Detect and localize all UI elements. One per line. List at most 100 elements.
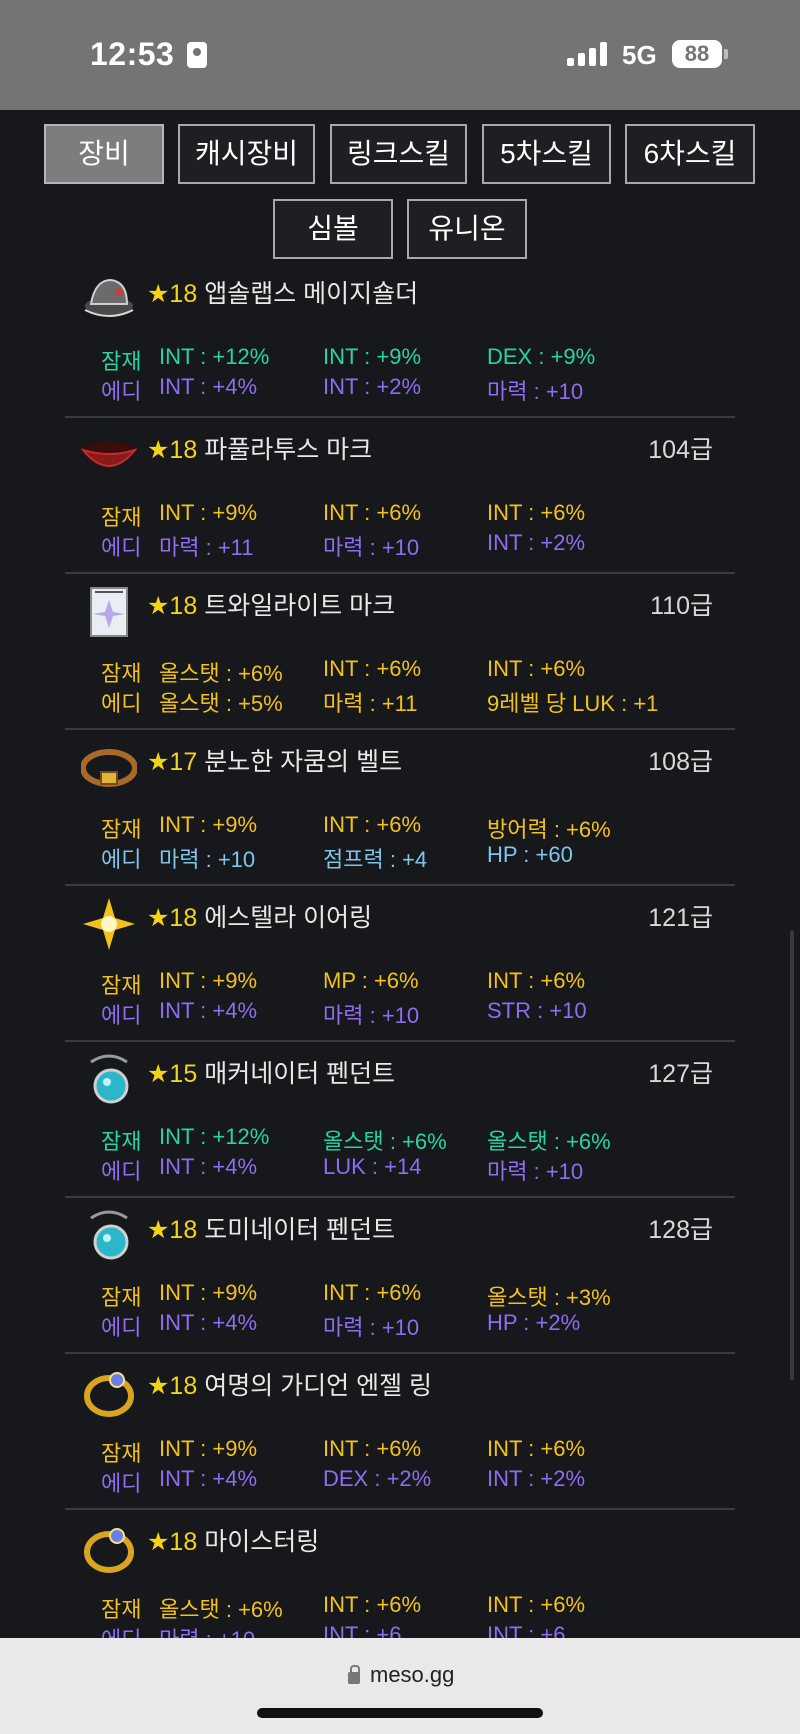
additional-option: INT : +4% bbox=[159, 1154, 258, 1179]
item-name-text: 여명의 가디언 엔젤 링 bbox=[204, 1372, 433, 1400]
equipment-item[interactable]: ★18 앱솔랩스 메이지숄더 잠재 INT : +12% INT : +9% D… bbox=[65, 262, 735, 418]
additional-label: 에디 bbox=[101, 1315, 142, 1340]
item-name-text: 도미네이터 펜던트 bbox=[204, 1216, 396, 1244]
tab-union[interactable]: 유니온 bbox=[407, 199, 527, 259]
additional-option: INT : +4% bbox=[159, 998, 258, 1023]
additional-option: HP : +2% bbox=[487, 1310, 581, 1335]
potential-option: INT : +6% bbox=[323, 1592, 422, 1617]
additional-label: 에디 bbox=[101, 1159, 142, 1184]
potential-label: 잠재 bbox=[101, 1129, 142, 1154]
eye-accessory-icon bbox=[81, 584, 137, 640]
item-star: ★18 bbox=[147, 436, 198, 464]
additional-option: LUK : +14 bbox=[323, 1154, 422, 1179]
tab-5th-skill[interactable]: 5차스킬 bbox=[482, 124, 611, 184]
additional-option: 9레벨 당 LUK : +1 bbox=[487, 691, 659, 716]
item-name: ★15 매커네이터 펜던트 bbox=[147, 1054, 395, 1090]
equipment-item[interactable]: ★18 트와일라이트 마크 110급 잠재 올스탯 : +6% INT : +6… bbox=[65, 574, 735, 730]
tab-cash-equipment[interactable]: 캐시장비 bbox=[178, 124, 315, 184]
potential-option: INT : +6% bbox=[323, 1436, 422, 1461]
additional-label: 에디 bbox=[101, 379, 142, 404]
item-name-text: 트와일라이트 마크 bbox=[204, 592, 396, 620]
additional-option: INT : +4% bbox=[159, 1310, 258, 1335]
item-star: ★18 bbox=[147, 1528, 198, 1556]
item-name-text: 분노한 자쿰의 벨트 bbox=[204, 748, 403, 776]
potential-option: 올스탯 : +6% bbox=[487, 1129, 611, 1154]
additional-option: INT : +2% bbox=[487, 530, 586, 555]
scrollbar[interactable] bbox=[790, 930, 794, 1380]
item-name: ★18 트와일라이트 마크 bbox=[147, 586, 395, 622]
potential-option: 올스탯 : +6% bbox=[159, 661, 283, 686]
focus-badge-icon bbox=[187, 42, 207, 68]
item-name-text: 매커네이터 펜던트 bbox=[204, 1060, 396, 1088]
item-star: ★15 bbox=[147, 1060, 198, 1088]
lock-icon bbox=[348, 1665, 360, 1684]
pendant-icon bbox=[81, 1052, 137, 1108]
status-bar: 12:53 5G 88 bbox=[0, 0, 800, 110]
home-indicator[interactable] bbox=[257, 1708, 543, 1718]
potential-option: INT : +6% bbox=[323, 656, 422, 681]
tab-6th-skill[interactable]: 6차스킬 bbox=[625, 124, 755, 184]
status-time: 12:53 bbox=[90, 36, 175, 72]
face-accessory-icon bbox=[80, 428, 138, 484]
browser-url-bar[interactable]: meso.gg bbox=[0, 1638, 800, 1734]
item-name: ★17 분노한 자쿰의 벨트 bbox=[147, 742, 402, 778]
additional-option: INT : +4% bbox=[159, 374, 258, 399]
additional-option: STR : +10 bbox=[487, 998, 587, 1023]
potential-label: 잠재 bbox=[101, 1441, 142, 1466]
additional-label: 에디 bbox=[101, 1003, 142, 1028]
potential-option: INT : +9% bbox=[323, 344, 422, 369]
item-grade: 121급 bbox=[648, 904, 713, 932]
item-name-text: 파풀라투스 마크 bbox=[204, 436, 373, 464]
potential-option: 올스탯 : +3% bbox=[487, 1285, 611, 1310]
potential-option: INT : +6% bbox=[323, 812, 422, 837]
hat-icon bbox=[81, 272, 137, 328]
additional-option: 점프력 : +4 bbox=[323, 847, 428, 872]
potential-option: INT : +6% bbox=[487, 1592, 586, 1617]
potential-option: INT : +6% bbox=[487, 968, 586, 993]
potential-label: 잠재 bbox=[101, 1285, 142, 1310]
potential-option: MP : +6% bbox=[323, 968, 419, 993]
potential-option: DEX : +9% bbox=[487, 344, 596, 369]
potential-option: INT : +9% bbox=[159, 1436, 258, 1461]
item-grade: 127급 bbox=[648, 1060, 713, 1088]
tab-symbol[interactable]: 심볼 bbox=[273, 199, 393, 259]
additional-option: INT : +2% bbox=[487, 1466, 586, 1491]
potential-option: INT : +9% bbox=[159, 968, 258, 993]
additional-option: HP : +60 bbox=[487, 842, 573, 867]
tab-link-skill[interactable]: 링크스킬 bbox=[330, 124, 467, 184]
equipment-item[interactable]: ★15 매커네이터 펜던트 127급 잠재 INT : +12% 올스탯 : +… bbox=[65, 1042, 735, 1198]
item-name: ★18 에스텔라 이어링 bbox=[147, 898, 372, 934]
item-name-text: 에스텔라 이어링 bbox=[204, 904, 373, 932]
additional-label: 에디 bbox=[101, 1471, 142, 1496]
item-name: ★18 파풀라투스 마크 bbox=[147, 430, 372, 466]
equipment-item[interactable]: ★17 분노한 자쿰의 벨트 108급 잠재 INT : +9% INT : +… bbox=[65, 730, 735, 886]
equipment-item[interactable]: ★18 도미네이터 펜던트 128급 잠재 INT : +9% INT : +6… bbox=[65, 1198, 735, 1354]
equipment-item[interactable]: ★18 여명의 가디언 엔젤 링 잠재 INT : +9% INT : +6% … bbox=[65, 1354, 735, 1510]
item-star: ★18 bbox=[147, 592, 198, 620]
item-name: ★18 도미네이터 펜던트 bbox=[147, 1210, 395, 1246]
tab-equipment[interactable]: 장비 bbox=[44, 124, 164, 184]
additional-option: INT : +2% bbox=[323, 374, 422, 399]
item-name-text: 앱솔랩스 메이지숄더 bbox=[204, 280, 419, 308]
belt-icon bbox=[80, 740, 138, 796]
item-name: ★18 앱솔랩스 메이지숄더 bbox=[147, 274, 418, 310]
ring-icon bbox=[81, 1364, 137, 1420]
potential-label: 잠재 bbox=[101, 661, 142, 686]
item-star: ★17 bbox=[147, 748, 198, 776]
item-name: ★18 마이스터링 bbox=[147, 1522, 319, 1558]
potential-option: INT : +9% bbox=[159, 500, 258, 525]
network-type: 5G bbox=[622, 40, 657, 70]
potential-label: 잠재 bbox=[101, 505, 142, 530]
item-name: ★18 여명의 가디언 엔젤 링 bbox=[147, 1366, 432, 1402]
pendant-icon bbox=[81, 1208, 137, 1264]
equipment-item[interactable]: ★18 에스텔라 이어링 121급 잠재 INT : +9% MP : +6% … bbox=[65, 886, 735, 1042]
potential-option: INT : +12% bbox=[159, 1124, 270, 1149]
additional-option: 마력 : +11 bbox=[159, 535, 254, 560]
equipment-item[interactable]: ★18 파풀라투스 마크 104급 잠재 INT : +9% INT : +6%… bbox=[65, 418, 735, 574]
potential-option: INT : +9% bbox=[159, 1280, 258, 1305]
item-grade: 108급 bbox=[648, 748, 713, 776]
ring-icon bbox=[81, 1520, 137, 1576]
potential-option: 올스탯 : +6% bbox=[323, 1129, 447, 1154]
additional-label: 에디 bbox=[101, 691, 142, 716]
item-grade: 128급 bbox=[648, 1216, 713, 1244]
